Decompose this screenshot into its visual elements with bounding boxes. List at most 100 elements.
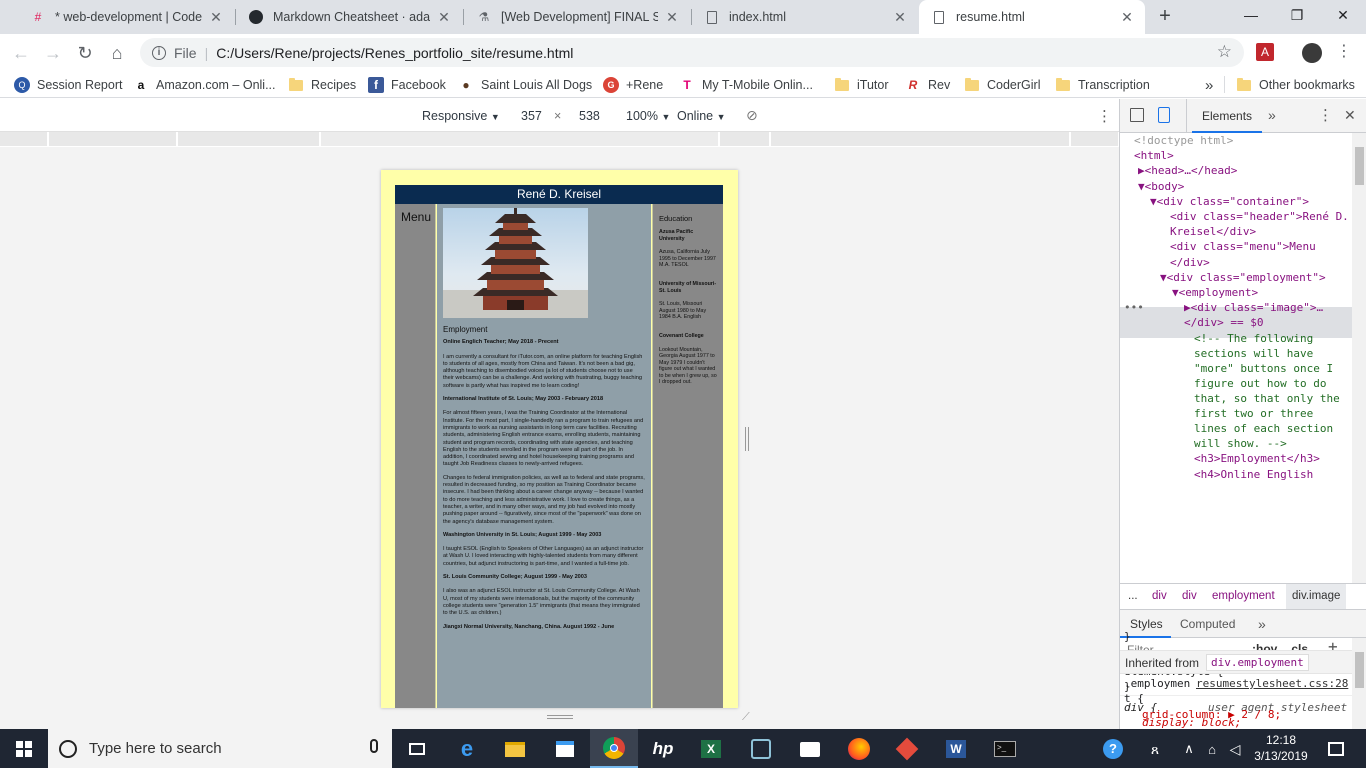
store-icon[interactable] (551, 735, 579, 763)
ruler-segment[interactable] (321, 132, 719, 146)
dom-node[interactable]: ▼<employment> (1172, 285, 1258, 300)
page-menu[interactable]: Menu (395, 204, 436, 708)
breadcrumb-item[interactable]: div (1152, 590, 1167, 602)
bookmark-itutor[interactable]: iTutor (834, 75, 889, 95)
people-icon[interactable]: ጸ (1141, 735, 1169, 763)
tab-codergirl-slack[interactable]: # * web-development | CoderGir ✕ (18, 0, 234, 34)
dom-comment[interactable]: "more" buttons once I (1194, 361, 1333, 376)
bookmark-amazon[interactable]: a Amazon.com – Onli... (133, 75, 276, 95)
clock[interactable]: 12:18 3/13/2019 (1252, 732, 1310, 764)
dom-node[interactable]: </div> (1170, 255, 1210, 270)
devtools-menu-icon[interactable]: ⋮ (1318, 106, 1333, 124)
word-icon[interactable]: W (942, 735, 970, 763)
dom-node[interactable]: <div class="menu">Menu (1170, 239, 1316, 254)
styles-more-tabs[interactable]: » (1258, 616, 1266, 632)
device-mode-select[interactable]: Responsive ▼ (422, 109, 500, 123)
ruler-segment[interactable] (1071, 132, 1119, 146)
ruler-segment[interactable] (720, 132, 770, 146)
scrollbar-thumb[interactable] (1355, 652, 1364, 688)
maximize-button[interactable]: ❐ (1274, 0, 1320, 30)
ruler-segment[interactable] (49, 132, 177, 146)
dom-node[interactable]: <div class="header">René D. (1170, 209, 1349, 224)
task-view-icon[interactable] (403, 735, 431, 763)
chrome-taskbar-button[interactable] (590, 729, 638, 768)
bookmark-codergirl[interactable]: CoderGirl (964, 75, 1041, 95)
bookmarks-overflow-button[interactable]: » (1205, 75, 1213, 95)
dom-comment[interactable]: <!-- The following (1194, 331, 1313, 346)
url-text[interactable]: C:/Users/Rene/projects/Renes_portfolio_s… (216, 45, 573, 61)
inherited-node-link[interactable]: div.employment (1206, 654, 1309, 671)
bookmark-plus-rene[interactable]: G +Rene (603, 75, 663, 95)
bookmark-tmobile[interactable]: T My T-Mobile Onlin... (679, 75, 813, 95)
ruler-segment[interactable] (942, 132, 1070, 146)
height-resize-handle[interactable] (547, 715, 573, 719)
style-rule-selector[interactable]: .employmen (1124, 677, 1190, 690)
app-diamond-icon[interactable] (893, 735, 921, 763)
firefox-icon[interactable] (845, 735, 873, 763)
devtools-more-tabs[interactable]: » (1268, 107, 1276, 123)
dom-node[interactable]: Kreisel</div> (1170, 224, 1256, 239)
stylesheet-link[interactable]: resumestylesheet.css:28 (1196, 677, 1348, 690)
close-icon[interactable]: ✕ (1344, 107, 1356, 124)
ruler-segment[interactable] (178, 132, 320, 146)
dom-comment[interactable]: first two or three (1194, 406, 1313, 421)
bookmark-session-report[interactable]: Q Session Report (14, 75, 122, 95)
help-icon[interactable]: ? (1099, 735, 1127, 763)
height-input[interactable]: 538 (579, 109, 600, 123)
tab-index-html[interactable]: index.html ✕ (692, 0, 918, 34)
network-throttle-select[interactable]: Online ▼ (677, 109, 726, 123)
tab-elements[interactable]: Elements (1192, 99, 1263, 133)
style-declaration[interactable]: grid-column: ▶ 2 / 8; (1142, 708, 1281, 721)
ruler-segment[interactable] (771, 132, 971, 146)
tab-computed[interactable]: Computed (1180, 617, 1235, 631)
rotate-icon[interactable]: ⊘ (746, 107, 758, 124)
inspect-element-icon[interactable] (1130, 108, 1144, 122)
dom-scrollbar[interactable] (1352, 133, 1366, 583)
dom-comment[interactable]: that, so that only the (1194, 391, 1340, 406)
ruler-segment[interactable] (0, 132, 48, 146)
bookmark-saint-louis-dogs[interactable]: ● Saint Louis All Dogs (458, 75, 592, 95)
new-tab-button[interactable]: + (1153, 5, 1177, 29)
close-icon[interactable]: ✕ (664, 9, 680, 25)
zoom-select[interactable]: 100% ▼ (626, 109, 670, 123)
file-explorer-icon[interactable] (501, 735, 529, 763)
edge-icon[interactable]: e (453, 735, 481, 763)
home-button[interactable]: ⌂ (104, 40, 130, 66)
windows-start-icon[interactable] (10, 735, 38, 763)
menu-dots-icon[interactable]: ⋮ (1336, 41, 1352, 63)
bookmark-star-icon[interactable]: ☆ (1217, 42, 1232, 62)
bookmark-facebook[interactable]: f Facebook (368, 75, 446, 95)
dom-node[interactable]: ▼<div class="employment"> (1160, 270, 1326, 285)
other-bookmarks-folder[interactable]: Other bookmarks (1236, 75, 1355, 95)
tab-web-development-final[interactable]: ⚗ [Web Development] FINAL SU ✕ (464, 0, 690, 34)
acrobat-extension-icon[interactable]: A (1256, 43, 1274, 61)
breadcrumb-item[interactable]: employment (1212, 590, 1275, 602)
scrollbar-thumb[interactable] (1355, 147, 1364, 185)
avatar[interactable] (1302, 43, 1322, 63)
dom-node[interactable]: <h4>Online English (1194, 467, 1313, 482)
dom-comment[interactable]: sections will have (1194, 346, 1313, 361)
volume-icon[interactable]: ◁ (1221, 735, 1249, 763)
dom-comment[interactable]: lines of each section (1194, 421, 1333, 436)
reload-button[interactable]: ↻ (72, 40, 98, 66)
dom-node[interactable]: <h3>Employment</h3> (1194, 451, 1320, 466)
device-toggle-icon[interactable] (1158, 107, 1170, 123)
forward-button[interactable]: → (40, 40, 66, 66)
excel-icon[interactable]: X (697, 735, 725, 763)
dom-node[interactable]: ▶<head>…</head> (1138, 163, 1237, 178)
terminal-icon[interactable]: >_ (991, 735, 1019, 763)
bookmark-recipes[interactable]: Recipes (288, 75, 356, 95)
device-menu-dots-icon[interactable]: ⋮ (1097, 107, 1112, 125)
microphone-icon[interactable] (370, 739, 378, 753)
corner-resize-handle[interactable]: ⟋ (742, 711, 754, 723)
tab-resume-html[interactable]: resume.html ✕ (919, 0, 1145, 34)
width-resize-handle[interactable] (745, 427, 749, 451)
dom-comment[interactable]: will show. --> (1194, 436, 1287, 451)
action-center-icon[interactable] (1322, 735, 1350, 763)
node-actions-ellipsis[interactable]: ••• (1124, 300, 1144, 315)
close-icon[interactable]: ✕ (892, 9, 908, 25)
dom-node[interactable]: ▼<div class="container"> (1150, 194, 1309, 209)
close-icon[interactable]: ✕ (208, 9, 224, 25)
dom-node-selected[interactable]: ▶<div class="image">… (1184, 300, 1323, 315)
minimize-button[interactable]: — (1228, 0, 1274, 30)
